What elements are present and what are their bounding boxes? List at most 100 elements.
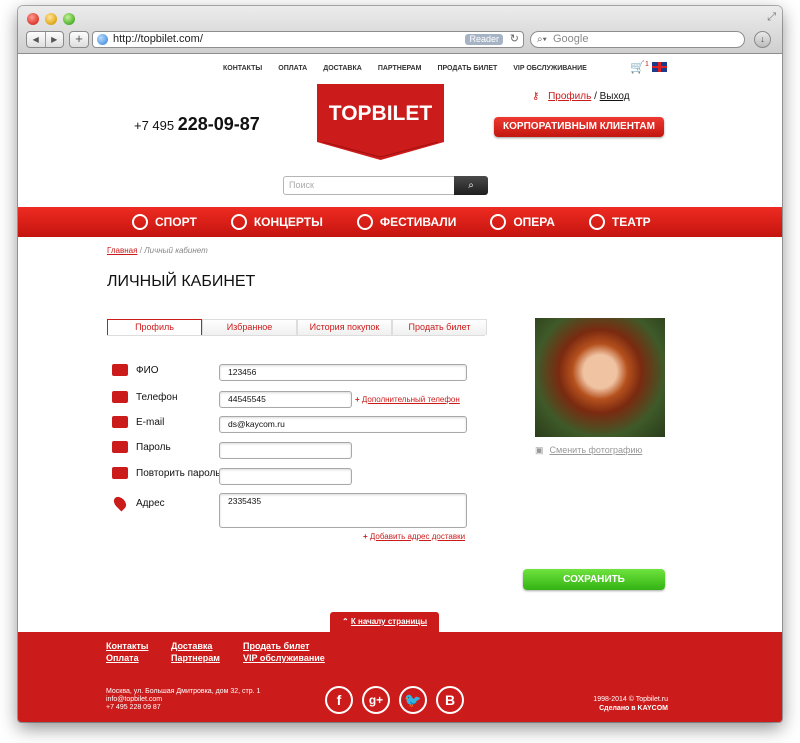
footer-email[interactable]: info@topbilet.com [106,696,260,704]
logout-link[interactable]: Выход [600,91,630,102]
breadcrumb: Главная / Личный кабинет [107,246,208,255]
zoom-window-button[interactable] [63,13,75,25]
top-nav-sell-ticket[interactable]: ПРОДАТЬ БИЛЕТ [437,65,497,72]
change-photo-link[interactable]: ▣ Сменить фотографию [535,445,642,456]
save-button[interactable]: СОХРАНИТЬ [523,569,665,590]
downloads-icon[interactable]: ↓ [754,31,771,48]
twitter-icon[interactable]: 🐦 [399,686,427,714]
category-festivals[interactable]: ФЕСТИВАЛИ [356,207,456,237]
footer-link-payment[interactable]: Оплата [106,652,148,664]
web-page: КОНТАКТЫ ОПЛАТА ДОСТАВКА ПАРТНЕРАМ ПРОДА… [18,54,782,722]
password-row: Пароль [112,441,222,453]
footer-contacts: Москва, ул. Большая Дмитровка, дом 32, с… [106,688,260,712]
name-field[interactable]: 123456 [219,364,467,381]
footer-address: Москва, ул. Большая Дмитровка, дом 32, с… [106,688,261,695]
ball-icon [132,214,148,230]
forward-icon[interactable]: ▶ [46,32,64,47]
facebook-icon[interactable]: f [325,686,353,714]
fullscreen-icon[interactable]: ⤢ [767,11,776,24]
category-theatre[interactable]: ТЕАТР [588,207,651,237]
footer-col-3: Продать билет VIP обслуживание [243,640,325,664]
singer-icon [490,214,507,230]
address-row: Адрес [111,494,222,512]
top-nav-contacts[interactable]: КОНТАКТЫ [223,65,262,72]
add-phone-link[interactable]: + Дополнительный телефон [355,395,460,404]
corporate-clients-button[interactable]: КОРПОРАТИВНЫМ КЛИЕНТАМ [494,117,664,137]
email-label: E-mail [136,416,165,428]
reload-icon[interactable]: ↻ [510,32,519,47]
tab-sell-ticket[interactable]: Продать билет [392,319,487,335]
reader-button[interactable]: Reader [465,34,503,45]
theatre-masks-icon [588,214,605,230]
footer-link-sell-ticket[interactable]: Продать билет [243,640,325,652]
cart-button[interactable]: 🛒1 [630,60,649,74]
address-field[interactable]: 2335435 [219,493,467,528]
topbilet-logo[interactable]: TOPBILET [317,84,444,160]
footer-phone: +7 495 228 09 87 [106,704,161,711]
password-dots-icon [112,441,128,453]
phone-main: 228-09-87 [177,114,260,134]
back-to-top-label: К началу страницы [350,617,428,626]
footer-link-vip[interactable]: VIP обслуживание [243,652,325,664]
cart-count: 1 [644,61,649,68]
add-address-link[interactable]: + Добавить адрес доставки [363,532,465,541]
footer-col-1: Контакты Оплата [106,640,148,664]
category-opera[interactable]: ОПЕРА [490,207,555,237]
minimize-window-button[interactable] [45,13,57,25]
repeat-password-row: Повторить пароль [112,467,222,479]
google-plus-icon[interactable]: g+ [362,686,390,714]
site-search-button[interactable]: ⌕ [454,176,488,195]
back-forward-buttons: ◀ ▶ [26,31,64,48]
phone-prefix: +7 495 [134,118,175,133]
profile-photo [535,318,665,437]
footer-link-delivery[interactable]: Доставка [171,640,220,652]
tab-purchase-history[interactable]: История покупок [297,319,392,335]
footer-link-partners[interactable]: Партнерам [171,652,220,664]
cart-icon: 🛒 [630,60,645,74]
category-opera-label: ОПЕРА [513,215,555,229]
close-window-button[interactable] [27,13,39,25]
footer-link-contacts[interactable]: Контакты [106,640,148,652]
vkontakte-icon[interactable]: B [436,686,464,714]
password-dots-icon [112,467,128,479]
phone-row: Телефон [112,391,222,403]
english-flag-icon[interactable] [652,62,667,72]
top-nav-delivery[interactable]: ДОСТАВКА [323,65,362,72]
back-icon[interactable]: ◀ [27,32,46,47]
new-tab-button[interactable]: + [69,31,89,48]
tab-favorites[interactable]: Избранное [202,319,297,335]
add-address-plus: + [363,532,368,541]
page-title: ЛИЧНЫЙ КАБИНЕТ [107,273,256,290]
top-nav-vip[interactable]: VIP ОБСЛУЖИВАНИЕ [513,65,587,72]
phone-field[interactable]: 44545545 [219,391,352,408]
category-sport[interactable]: СПОРТ [132,207,197,237]
logo-text: TOPBILET [329,102,433,125]
address-bar[interactable]: http://topbilet.com/ Reader ↻ [92,31,524,48]
category-concerts-label: КОНЦЕРТЫ [253,215,323,229]
back-to-top-button[interactable]: ⌃ К началу страницы [330,612,439,632]
browser-search-placeholder: Google [553,33,589,45]
site-search-input[interactable]: Поиск [283,176,455,195]
password-field[interactable] [219,442,352,459]
tab-profile[interactable]: Профиль [107,319,202,336]
category-concerts[interactable]: КОНЦЕРТЫ [230,207,323,237]
profile-link[interactable]: Профиль [548,91,591,102]
top-nav-partners[interactable]: ПАРТНЕРАМ [378,65,422,72]
email-row: E-mail [112,416,222,428]
map-pin-icon [111,494,129,512]
add-phone-label: Дополнительный телефон [361,395,460,404]
category-theatre-label: ТЕАТР [611,215,651,229]
key-icon: ⚷ [532,91,540,102]
copyright-text: 1998-2014 © Topbilet.ru [593,696,668,703]
breadcrumb-current: Личный кабинет [144,246,208,255]
made-by-text[interactable]: Сделано в KAYCOM [578,704,668,713]
add-address-label: Добавить адрес доставки [369,532,466,541]
change-photo-label: Сменить фотографию [549,445,643,455]
phone-icon [112,391,128,403]
breadcrumb-home[interactable]: Главная [107,246,137,255]
repeat-password-field[interactable] [219,468,352,485]
email-field[interactable]: ds@kaycom.ru [219,416,467,433]
top-nav-payment[interactable]: ОПЛАТА [278,65,307,72]
url-text: http://topbilet.com/ [113,33,203,45]
browser-search-input[interactable]: ⌕▾ Google [530,31,745,48]
